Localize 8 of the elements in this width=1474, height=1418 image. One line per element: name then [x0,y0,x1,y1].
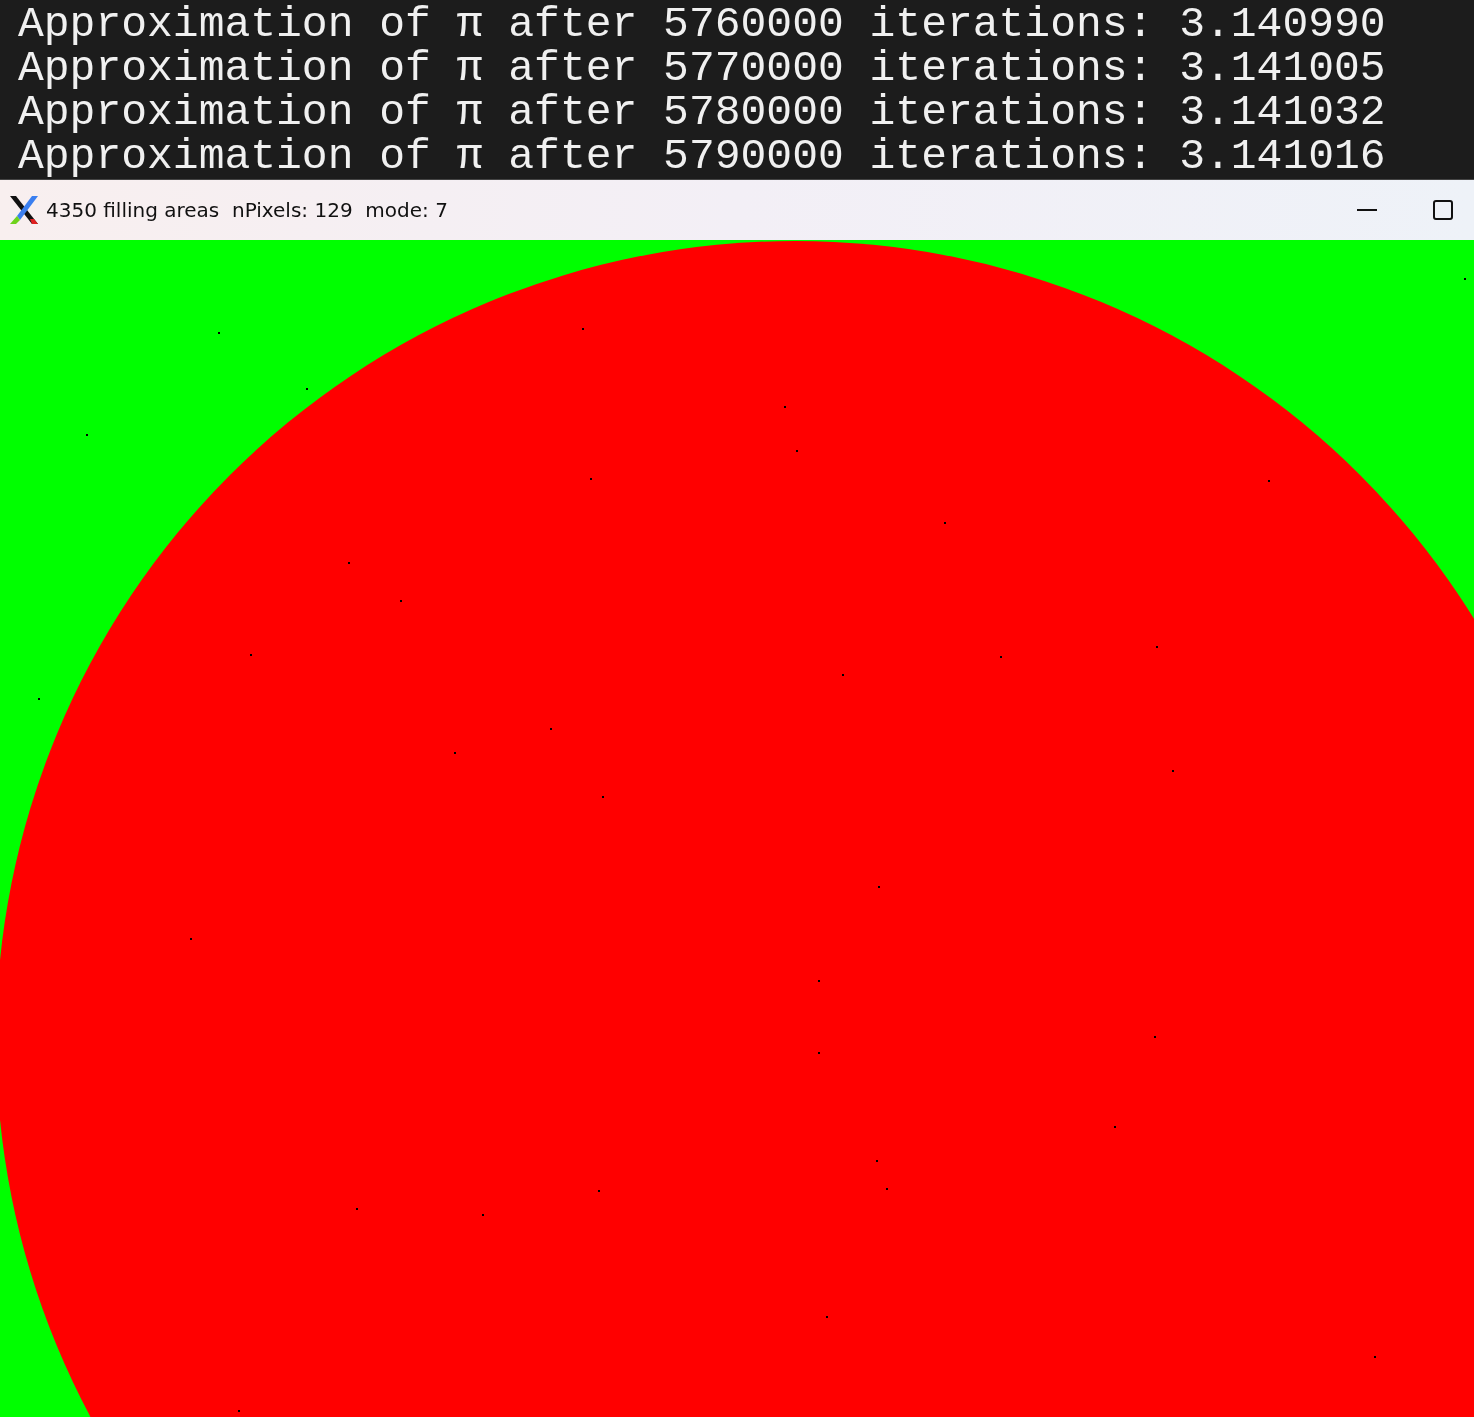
terminal-line: Approximation of π after 5790000 iterations: 3.141016 [18,135,1387,179]
minimize-icon [1357,209,1377,211]
window-title: 4350 filling areas nPixels: 129 mode: 7 [46,198,448,222]
x-logo-icon [8,194,40,226]
terminal-line: Approximation of π after 5770000 iterations: 3.141005 [18,47,1387,91]
maximize-icon [1433,200,1453,220]
terminal-line: Approximation of π after 5780000 iterations: 3.141032 [18,91,1387,135]
terminal-line: Approximation of π after 5760000 iterations: 3.140990 [18,3,1387,47]
